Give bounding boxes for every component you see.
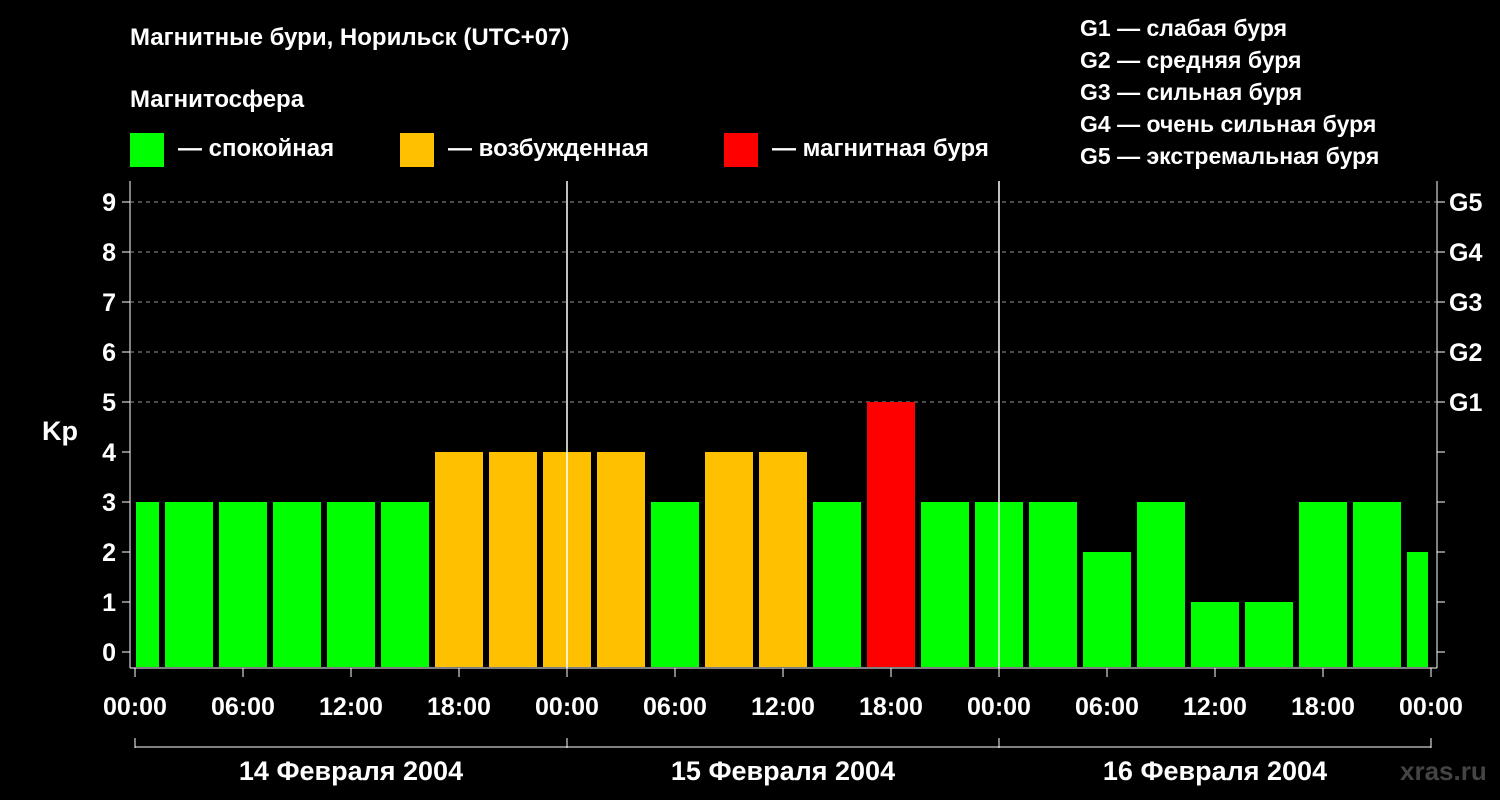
- y-tick-label: 7: [102, 289, 116, 317]
- right-axis-label-g2: G2: [1449, 339, 1482, 367]
- x-tick-label: 00:00: [535, 693, 599, 721]
- bar: [327, 502, 375, 667]
- bar: [165, 502, 213, 667]
- bar: [1299, 502, 1347, 667]
- bar: [705, 452, 753, 667]
- y-tick-label: 9: [102, 189, 116, 217]
- bar: [867, 402, 915, 667]
- x-tick-label: 12:00: [751, 693, 815, 721]
- x-tick-label: 18:00: [1291, 693, 1355, 721]
- x-tick-label: 12:00: [1183, 693, 1247, 721]
- bar: [136, 502, 159, 667]
- y-axis-label: Kp: [42, 416, 78, 446]
- x-tick-label: 12:00: [319, 693, 383, 721]
- bar: [1083, 552, 1131, 667]
- bar: [651, 502, 699, 667]
- right-axis-label-g4: G4: [1449, 239, 1482, 267]
- bar: [597, 452, 645, 667]
- x-tick-label: 18:00: [427, 693, 491, 721]
- y-tick-label: 5: [102, 389, 116, 417]
- y-tick-label: 6: [102, 339, 116, 367]
- day-label: 15 Февраля 2004: [671, 756, 895, 786]
- x-tick-label: 00:00: [103, 693, 167, 721]
- x-tick-label: 06:00: [211, 693, 275, 721]
- bar: [813, 502, 861, 667]
- right-axis-label-g1: G1: [1449, 389, 1482, 417]
- bar: [1191, 602, 1239, 667]
- y-tick-label: 2: [102, 539, 116, 567]
- x-tick-label: 00:00: [967, 693, 1031, 721]
- bar: [1137, 502, 1185, 667]
- y-tick-label: 4: [102, 439, 116, 467]
- bar: [921, 502, 969, 667]
- kp-bar-chart: 0 1 2 3 4 5 6 7 8 9 Kp G1 G2 G3 G4 G5 00:00 06:00 12:00 18:…: [42, 181, 1482, 786]
- x-tick-label: 00:00: [1399, 693, 1463, 721]
- bar: [759, 452, 807, 667]
- bar: [1353, 502, 1401, 667]
- y-tick-label: 1: [102, 589, 116, 617]
- right-axis-label-g5: G5: [1449, 189, 1482, 217]
- watermark: xras.ru: [1400, 756, 1487, 786]
- bar: [219, 502, 267, 667]
- day-label: 16 Февраля 2004: [1103, 756, 1327, 786]
- bar: [1245, 602, 1293, 667]
- bar: [489, 452, 537, 667]
- y-tick-label: 8: [102, 239, 116, 267]
- y-tick-label: 0: [102, 639, 116, 667]
- y-tick-label: 3: [102, 489, 116, 517]
- bar: [1029, 502, 1077, 667]
- day-label: 14 Февраля 2004: [239, 756, 463, 786]
- bar: [273, 502, 321, 667]
- x-tick-label: 06:00: [643, 693, 707, 721]
- bar: [1407, 552, 1428, 667]
- bar: [435, 452, 483, 667]
- x-tick-label: 06:00: [1075, 693, 1139, 721]
- right-axis-label-g3: G3: [1449, 289, 1482, 317]
- x-tick-label: 18:00: [859, 693, 923, 721]
- bar: [381, 502, 429, 667]
